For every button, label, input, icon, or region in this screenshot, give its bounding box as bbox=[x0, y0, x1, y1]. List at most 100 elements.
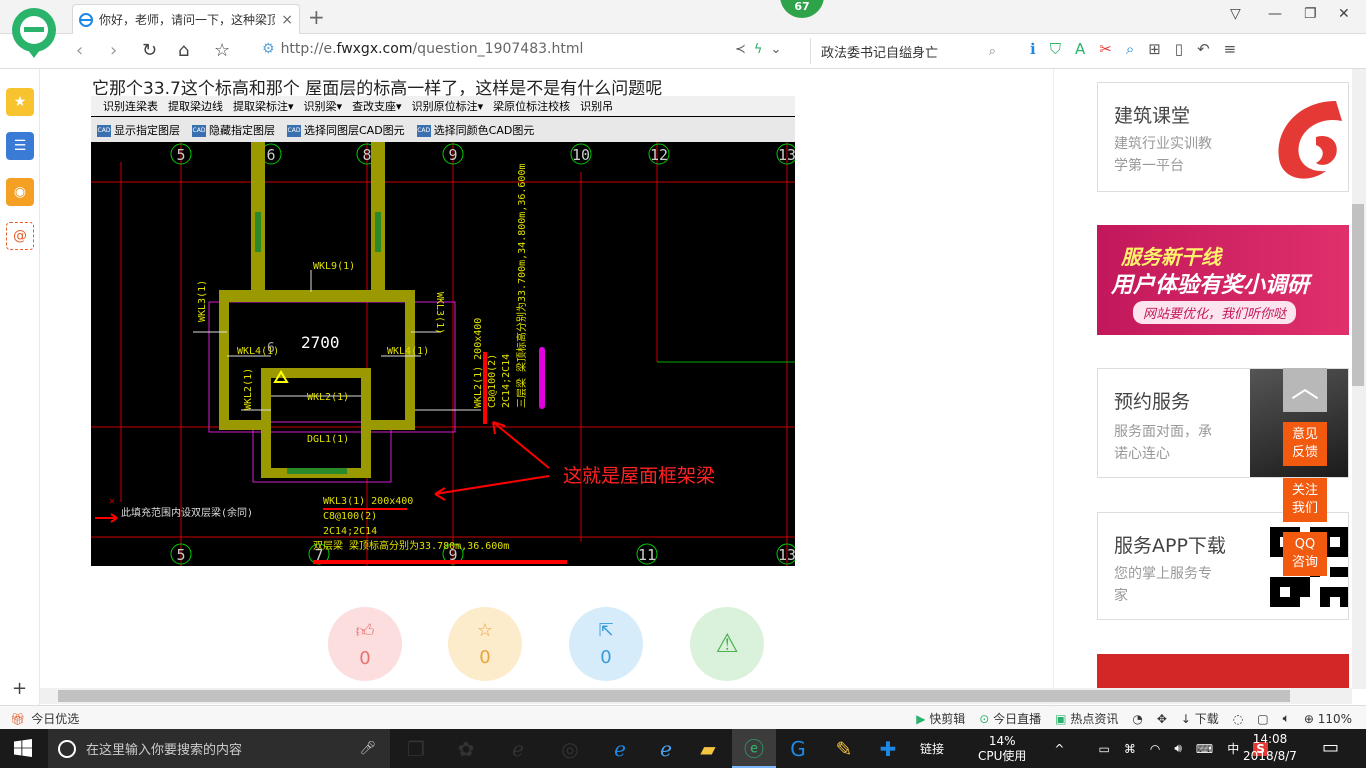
sidebar-add-button[interactable]: + bbox=[12, 678, 27, 699]
maximize-icon[interactable]: ❐ bbox=[1304, 6, 1317, 22]
cpu-usage[interactable]: 14% CPU使用 bbox=[978, 734, 1026, 764]
tablet-icon[interactable]: ▯ bbox=[1175, 40, 1183, 58]
pin-icon[interactable]: ✥ bbox=[1157, 712, 1167, 726]
file-explorer-icon[interactable]: ▰ bbox=[686, 729, 730, 768]
gift-icon: 🎁︎ bbox=[10, 711, 26, 726]
follow-us-button[interactable]: 关注 我们 bbox=[1283, 478, 1327, 522]
lightning-icon[interactable]: ϟ bbox=[754, 42, 763, 57]
keyboard-icon[interactable]: ⌨ bbox=[1196, 742, 1213, 756]
bookmark-star-icon[interactable]: ☆ bbox=[214, 40, 230, 61]
wifi-icon[interactable]: ◠ bbox=[1150, 742, 1160, 756]
beam-label-wkl4-right: WKL4(1) bbox=[387, 346, 429, 357]
chevron-down-icon[interactable]: ⌄ bbox=[770, 42, 781, 57]
favorite-button[interactable]: ☆ 0 bbox=[448, 607, 522, 681]
cad-screenshot-image[interactable]: 识别连梁表 提取梁边线 提取梁标注▾ 识别梁▾ 查改支座▾ 识别原位标注▾ 梁原… bbox=[91, 96, 795, 566]
home-icon[interactable]: ⌂ bbox=[178, 40, 189, 61]
tab-title: 你好，老师，请问一下，这种梁顶 bbox=[99, 13, 276, 27]
play-icon: ⊙ bbox=[979, 712, 994, 726]
scissors-icon[interactable]: ✂ bbox=[1099, 40, 1112, 58]
show-hidden-icons-chevron[interactable]: ^ bbox=[1054, 742, 1064, 756]
zoom-level[interactable]: ⊕ 110% bbox=[1304, 712, 1352, 726]
pinwheel-app-icon[interactable]: ✿ bbox=[444, 729, 488, 768]
windows-start-icon[interactable] bbox=[14, 739, 32, 757]
volume-icon[interactable]: 🔈︎ bbox=[1283, 711, 1290, 726]
survey-banner-ad[interactable]: 服务新干线 用户体验有奖小调研 网站要优化，我们听你哒 bbox=[1097, 225, 1349, 335]
search-text: 政法委书记自缢身亡 bbox=[821, 45, 939, 61]
speaker-icon[interactable]: 🔊︎ bbox=[1174, 741, 1182, 756]
qq-consult-button[interactable]: QQ 咨询 bbox=[1283, 532, 1327, 576]
weibo-icon[interactable]: ◉ bbox=[6, 178, 34, 206]
url-domain: fwxgx.com bbox=[336, 41, 413, 57]
edge-icon[interactable]: ℯ bbox=[598, 729, 642, 768]
phoenix-logo-icon bbox=[1278, 101, 1342, 179]
ie-icon[interactable]: ℯ bbox=[644, 729, 688, 768]
magnifier-icon[interactable]: ⌕ bbox=[1126, 40, 1134, 58]
search-box[interactable]: 政法委书记自缢身亡 ⌕ bbox=[810, 38, 1006, 64]
notification-center-icon[interactable]: ▭ bbox=[1322, 737, 1339, 758]
network-icon[interactable]: ⌘ bbox=[1124, 742, 1136, 756]
tab-close-icon[interactable]: × bbox=[281, 12, 293, 28]
power-icon[interactable]: ▭ bbox=[1098, 742, 1109, 756]
back-to-top-button[interactable]: ︿ bbox=[1283, 368, 1327, 412]
quick-clip-link[interactable]: ▶ 快剪辑 bbox=[916, 710, 965, 727]
notepad-app-icon[interactable]: ✎ bbox=[822, 729, 866, 768]
task-view-icon[interactable]: ❐ bbox=[394, 729, 438, 768]
hot-news-link[interactable]: ▣ 热点资讯 bbox=[1055, 710, 1118, 727]
like-button[interactable]: 👍︎ 0 bbox=[328, 607, 402, 681]
download-link[interactable]: ↓ 下载 bbox=[1181, 710, 1219, 727]
close-icon[interactable]: ✕ bbox=[1338, 6, 1350, 22]
plus-app-icon[interactable]: ✚ bbox=[866, 729, 910, 768]
edge-browser-e-icon[interactable]: ℯ bbox=[496, 729, 540, 768]
ip-extension-icon[interactable]: ℹ bbox=[1030, 40, 1036, 58]
cad-drawing: 5 6 8 9 10 12 13 5 7 9 11 13 WKL9(1) WKL… bbox=[91, 142, 795, 566]
browser-logo-icon[interactable] bbox=[10, 6, 58, 60]
active-tab[interactable]: 你好，老师，请问一下，这种梁顶 × bbox=[72, 4, 300, 34]
translate-icon[interactable]: A bbox=[1075, 40, 1085, 58]
microphone-icon[interactable]: 🎤︎ bbox=[359, 741, 376, 756]
feedback-button[interactable]: 意见 反馈 bbox=[1283, 422, 1327, 466]
cad-tool-8: 识别吊 bbox=[580, 100, 614, 113]
card-building-class[interactable]: 建筑课堂 建筑行业实训教 学第一平台 bbox=[1097, 82, 1349, 192]
news-icon: ▣ bbox=[1055, 712, 1071, 726]
taskbar-search-box[interactable]: 在这里输入你要搜索的内容 🎤︎ bbox=[48, 729, 390, 768]
refresh-icon[interactable]: ↻ bbox=[142, 40, 157, 61]
ad-line2: 用户体验有奖小调研 bbox=[1111, 273, 1310, 298]
download-icon: ↓ bbox=[1180, 712, 1195, 726]
menu-icon[interactable]: ≡ bbox=[1224, 40, 1237, 58]
search-icon[interactable]: ⌕ bbox=[989, 44, 996, 59]
minimize-icon[interactable]: — bbox=[1268, 6, 1282, 22]
2345-browser-icon[interactable]: ⓔ bbox=[732, 729, 776, 768]
report-button[interactable]: ⚠ bbox=[690, 607, 764, 681]
ime-indicator[interactable]: 中 bbox=[1227, 740, 1239, 757]
share-icon[interactable]: ≺ bbox=[735, 42, 746, 57]
today-picks-link[interactable]: 今日优选 bbox=[31, 710, 79, 727]
apps-grid-icon[interactable]: ⊞ bbox=[1148, 40, 1161, 58]
today-live-link[interactable]: ⊙ 今日直播 bbox=[979, 710, 1041, 727]
window-icon[interactable]: ▢ bbox=[1257, 712, 1268, 726]
links-label[interactable]: 链接 bbox=[920, 740, 944, 757]
back-icon[interactable]: ‹ bbox=[76, 40, 83, 61]
forward-icon[interactable]: › bbox=[110, 40, 117, 61]
cleanup-icon[interactable]: ◌ bbox=[1233, 712, 1243, 726]
share-icon: ⇱ bbox=[598, 620, 614, 641]
undo-icon[interactable]: ↶ bbox=[1197, 40, 1210, 58]
wkl3-spec-line2: C8@100(2) bbox=[323, 511, 377, 522]
horizontal-scroll-thumb[interactable] bbox=[58, 690, 1290, 702]
share-button[interactable]: ⇱ 0 bbox=[569, 607, 643, 681]
ad-line1: 服务新干线 bbox=[1121, 245, 1221, 269]
favorites-star-icon[interactable]: ★ bbox=[6, 88, 34, 116]
card-title: 服务APP下载 bbox=[1114, 535, 1226, 557]
email-icon[interactable]: @ bbox=[6, 222, 34, 250]
speed-icon[interactable]: ◔ bbox=[1132, 712, 1142, 726]
shirt-skin-icon[interactable]: ▽ bbox=[1230, 6, 1241, 22]
new-tab-button[interactable]: + bbox=[308, 5, 325, 29]
shield-icon[interactable]: ⛉ bbox=[1050, 40, 1061, 58]
bottom-red-banner-ad[interactable] bbox=[1097, 654, 1349, 688]
glodon-app-icon[interactable]: G bbox=[776, 729, 820, 768]
taskbar-clock[interactable]: 14:08 2018/8/7 bbox=[1240, 731, 1300, 765]
360-security-icon[interactable]: ◎ bbox=[548, 729, 592, 768]
vertical-scroll-thumb[interactable] bbox=[1352, 204, 1364, 386]
url-field[interactable]: ⚙ http://e.fwxgx.com/question_1907483.ht… bbox=[262, 41, 583, 57]
thumbs-up-icon: 👍︎ bbox=[355, 620, 375, 642]
reading-list-icon[interactable]: ☰ bbox=[6, 132, 34, 160]
